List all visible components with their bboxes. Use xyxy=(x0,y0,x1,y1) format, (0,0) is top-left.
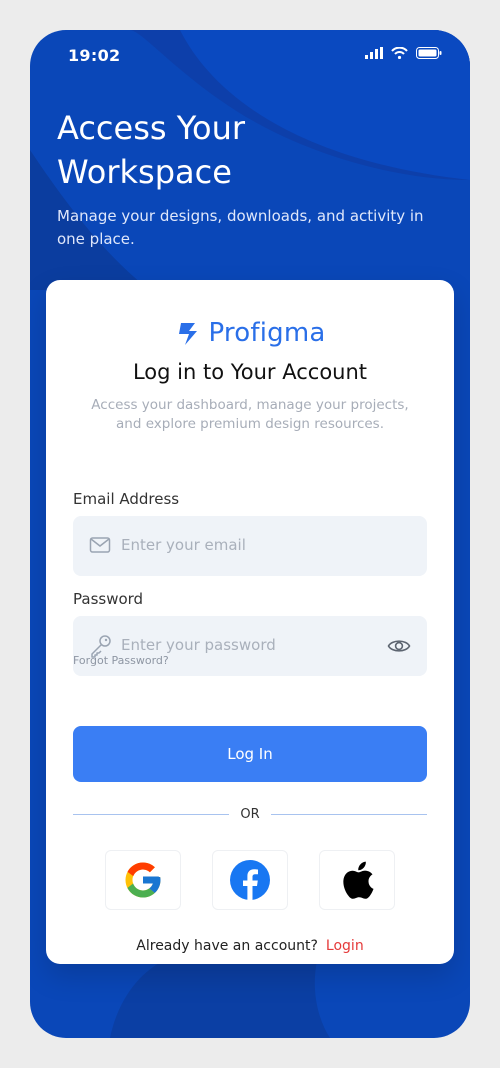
wifi-icon xyxy=(391,47,408,59)
apple-login-button[interactable] xyxy=(319,850,395,910)
hero-title-line1: Access Your xyxy=(57,109,246,147)
password-placeholder: Enter your password xyxy=(121,636,276,654)
footer-text: Already have an account? xyxy=(136,938,318,954)
email-field[interactable]: Enter your email xyxy=(73,516,427,576)
eye-icon[interactable] xyxy=(387,635,411,657)
forgot-password-link[interactable]: Forgot Password? xyxy=(73,654,169,667)
login-card: Profigma Log in to Your Account Access y… xyxy=(46,280,454,964)
email-label: Email Address xyxy=(73,490,180,508)
divider-right xyxy=(271,814,427,815)
brand-name: Profigma xyxy=(208,318,326,348)
facebook-login-button[interactable] xyxy=(212,850,288,910)
password-field[interactable]: Enter your password xyxy=(73,616,427,676)
phone-frame: 19:02 Access Your Workspace Manage your … xyxy=(30,30,470,1038)
status-icons xyxy=(365,47,442,59)
apple-icon xyxy=(343,861,374,899)
login-button[interactable]: Log In xyxy=(73,726,427,782)
hero-title: Access Your Workspace xyxy=(57,106,447,194)
battery-icon xyxy=(416,47,442,59)
hero-subtitle: Manage your designs, downloads, and acti… xyxy=(57,207,424,248)
signal-icon xyxy=(365,47,383,59)
email-placeholder: Enter your email xyxy=(121,536,246,554)
mail-icon xyxy=(89,537,111,553)
hero-title-line2: Workspace xyxy=(57,153,232,191)
password-label: Password xyxy=(73,590,144,608)
facebook-icon xyxy=(230,860,270,900)
brand-logo: Profigma xyxy=(46,318,454,348)
google-icon xyxy=(125,862,161,898)
card-description: Access your dashboard, manage your proje… xyxy=(91,397,409,432)
status-bar: 19:02 xyxy=(30,30,470,82)
card-title: Log in to Your Account xyxy=(132,360,368,384)
footer: Already have an account? Login xyxy=(46,938,454,954)
google-login-button[interactable] xyxy=(105,850,181,910)
bolt-logo-icon xyxy=(178,323,197,345)
status-time: 19:02 xyxy=(68,46,121,65)
footer-login-link[interactable]: Login xyxy=(326,938,364,954)
